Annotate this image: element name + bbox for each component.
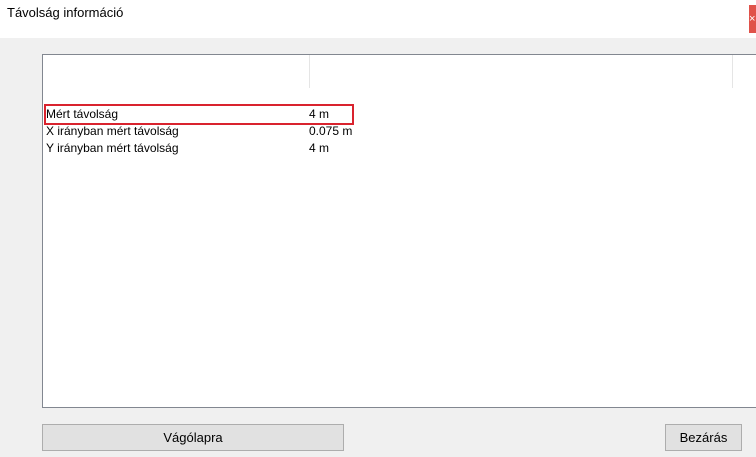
list-header <box>43 55 756 89</box>
distance-label: X irányban mért távolság <box>46 124 179 138</box>
distance-label: Mért távolság <box>46 107 119 121</box>
title-bar: Távolság információ × <box>0 0 756 38</box>
distance-value: 4 m <box>309 141 330 155</box>
copy-to-clipboard-button[interactable]: Vágólapra <box>42 424 344 451</box>
close-window-button[interactable]: × <box>749 5 756 33</box>
close-icon: × <box>749 13 756 25</box>
distance-list-view[interactable]: Mért távolság 4 m X irányban mért távols… <box>42 54 756 408</box>
distance-info-dialog: Távolság információ × Mért távolság 4 m … <box>0 0 756 457</box>
distance-value: 4 m <box>309 107 330 121</box>
list-item[interactable]: X irányban mért távolság 0.075 m <box>43 123 756 140</box>
list-item[interactable]: Mért távolság 4 m <box>43 106 756 123</box>
column-separator[interactable] <box>732 55 733 88</box>
window-title: Távolság információ <box>7 5 124 20</box>
distance-label: Y irányban mért távolság <box>46 141 179 155</box>
close-button[interactable]: Bezárás <box>665 424 742 451</box>
column-separator[interactable] <box>309 55 310 88</box>
dialog-client-area: Mért távolság 4 m X irányban mért távols… <box>0 38 756 457</box>
list-item[interactable]: Y irányban mért távolság 4 m <box>43 140 756 157</box>
distance-value: 0.075 m <box>309 124 353 138</box>
